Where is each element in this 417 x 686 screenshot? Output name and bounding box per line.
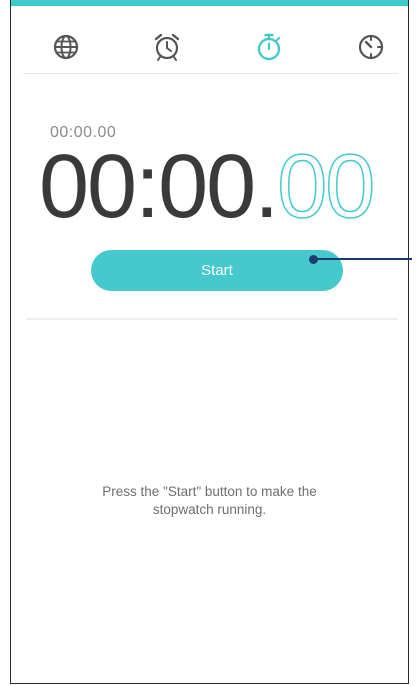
start-button[interactable]: Start bbox=[91, 250, 343, 291]
status-strip bbox=[11, 0, 408, 6]
app-window: 00:00.00 00:00.00 Start Press the "Start… bbox=[10, 0, 409, 684]
tab-timer[interactable] bbox=[341, 22, 401, 72]
tab-stopwatch[interactable] bbox=[239, 22, 299, 72]
hint-text: Press the "Start" button to make the sto… bbox=[11, 483, 408, 519]
hint-line-2: stopwatch running. bbox=[152, 502, 267, 517]
callout-dot bbox=[309, 255, 318, 264]
content-divider bbox=[27, 318, 397, 320]
stopwatch-display: 00:00.00 bbox=[39, 137, 376, 237]
timer-icon bbox=[358, 34, 384, 60]
tab-bar bbox=[11, 22, 408, 72]
stopwatch-icon bbox=[257, 33, 281, 61]
callout-line bbox=[314, 258, 412, 260]
hint-line-1: Press the "Start" button to make the bbox=[102, 484, 317, 499]
tab-world-clock[interactable] bbox=[36, 22, 96, 72]
globe-icon bbox=[53, 34, 79, 60]
tab-divider bbox=[23, 73, 398, 74]
stopwatch-centiseconds: 00 bbox=[276, 137, 376, 237]
tab-alarm[interactable] bbox=[137, 22, 197, 72]
alarm-clock-icon bbox=[154, 33, 180, 61]
stopwatch-main-time: 00:00. bbox=[39, 137, 279, 237]
